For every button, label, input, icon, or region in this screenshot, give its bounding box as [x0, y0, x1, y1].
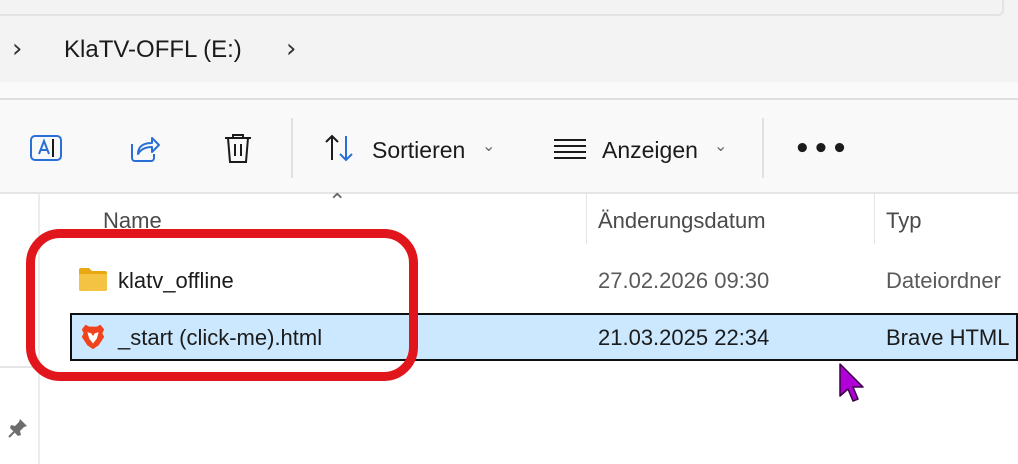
- file-type: Brave HTML: [886, 325, 1010, 350]
- search-box-edge[interactable]: [0, 0, 1004, 16]
- rename-icon[interactable]: [28, 130, 64, 166]
- view-chevron-down-icon: ⌄: [714, 136, 728, 155]
- highlight-annotation: [26, 229, 418, 381]
- share-icon[interactable]: [126, 130, 162, 166]
- toolbar-separator: [291, 118, 293, 178]
- column-divider[interactable]: [874, 194, 875, 244]
- file-date: 27.02.2026 09:30: [598, 268, 770, 293]
- pin-icon[interactable]: [6, 416, 30, 440]
- toolbar-separator: [762, 118, 764, 178]
- sort-label: Sortieren: [372, 137, 466, 163]
- view-icon: [554, 139, 586, 159]
- sort-icon: [325, 134, 353, 162]
- breadcrumb-drive[interactable]: KlaTV-OFFL (E:): [64, 36, 242, 64]
- column-type[interactable]: Typ: [886, 208, 921, 234]
- column-date-modified[interactable]: Änderungsdatum: [598, 208, 766, 234]
- address-bar[interactable]: › KlaTV-OFFL (E:) ›: [0, 20, 1018, 82]
- sort-ascending-icon: ⌃: [328, 190, 347, 215]
- title-strip: [0, 0, 1018, 20]
- command-toolbar: Sortieren ⌄ Anzeigen ⌄ •••: [0, 100, 1018, 194]
- column-divider[interactable]: [586, 194, 587, 244]
- file-type: Dateiordner: [886, 268, 1001, 293]
- address-bar-bottom-band: [0, 82, 1018, 98]
- delete-icon[interactable]: [220, 130, 256, 166]
- mouse-cursor-icon: [839, 363, 864, 402]
- more-options-icon[interactable]: •••: [794, 134, 850, 164]
- view-label: Anzeigen: [602, 137, 698, 163]
- sort-chevron-down-icon: ⌄: [482, 136, 496, 155]
- breadcrumb-chevron-icon[interactable]: ›: [12, 34, 22, 64]
- breadcrumb-expand-chevron-icon[interactable]: ›: [286, 34, 296, 64]
- file-date: 21.03.2025 22:34: [598, 325, 770, 350]
